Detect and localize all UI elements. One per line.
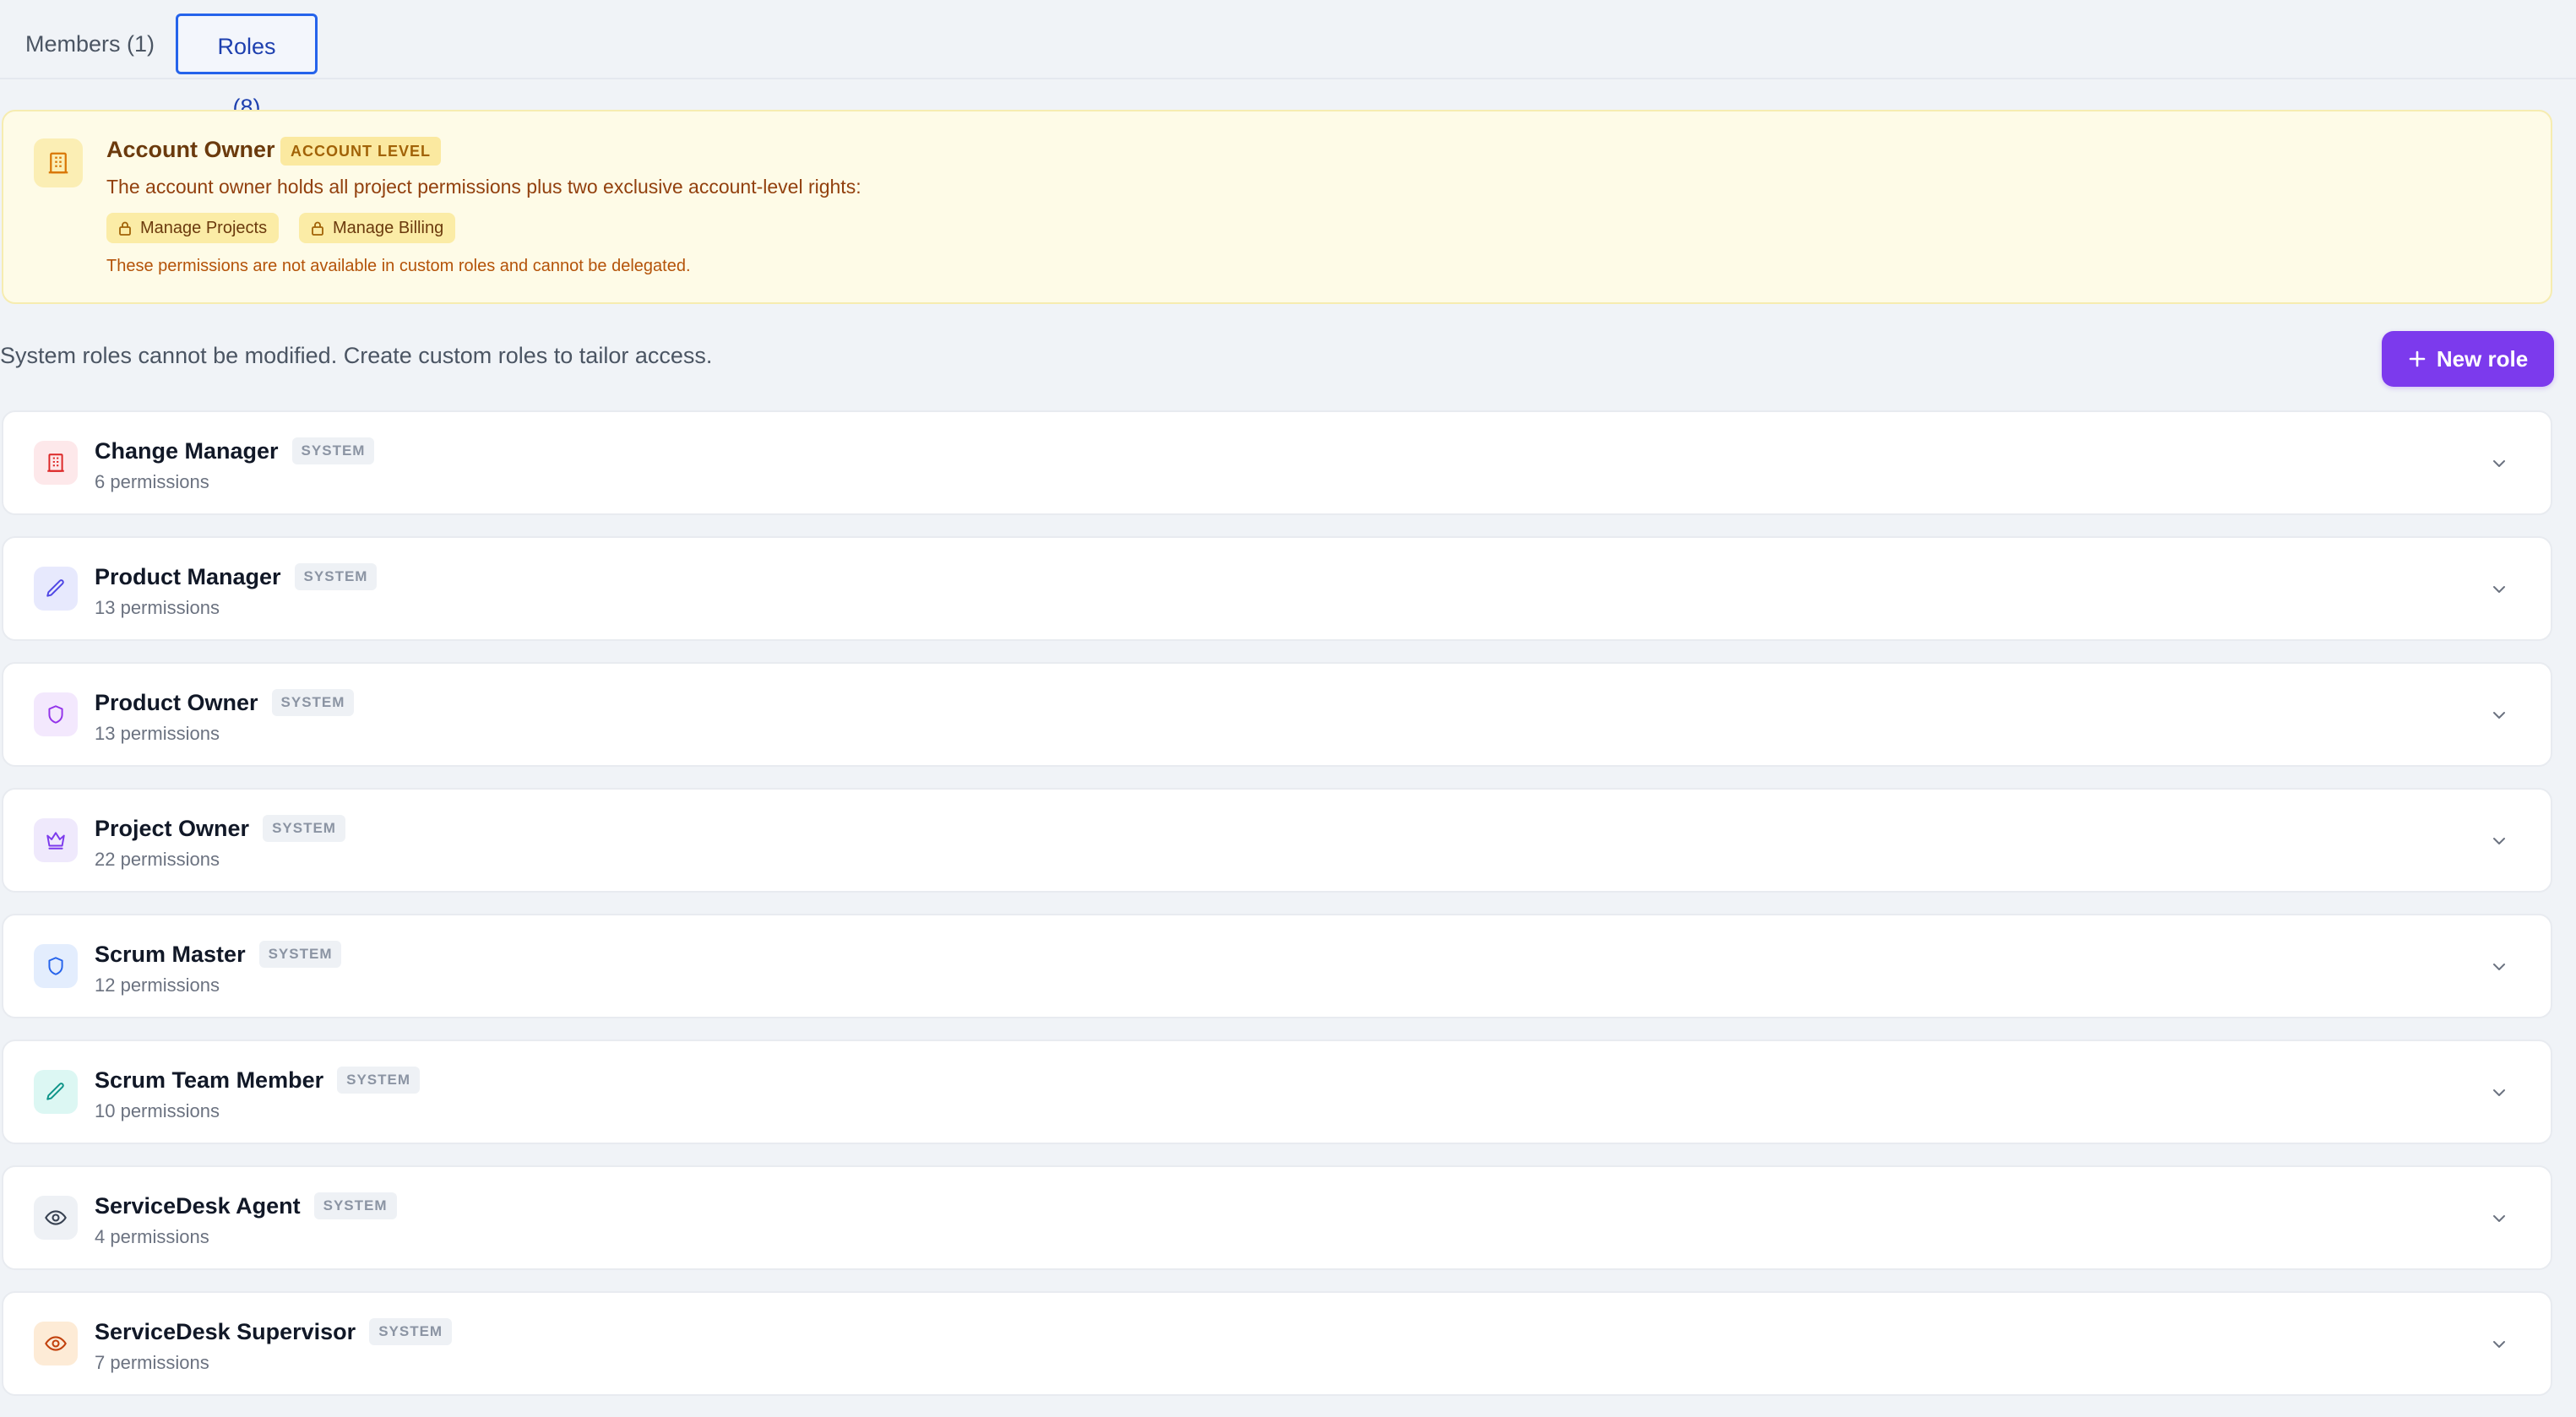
right-chip-manage-projects: Manage Projects xyxy=(106,213,280,243)
account-level-badge: ACCOUNT LEVEL xyxy=(280,137,441,166)
new-role-button[interactable]: New role xyxy=(2382,331,2554,387)
role-row-scrum-team-member[interactable]: Scrum Team Member SYSTEM 10 permissions xyxy=(2,1040,2552,1144)
chevron-down-icon[interactable] xyxy=(2490,1209,2508,1228)
right-chip-manage-billing: Manage Billing xyxy=(299,213,456,243)
role-name: Product Owner xyxy=(95,689,258,715)
role-name: Scrum Team Member xyxy=(95,1067,324,1093)
chevron-down-icon[interactable] xyxy=(2490,706,2508,725)
banner-title: Account Owner xyxy=(106,137,275,162)
role-permission-count: 4 permissions xyxy=(95,1226,209,1247)
chevron-down-icon[interactable] xyxy=(2490,832,2508,850)
role-name: Product Manager xyxy=(95,563,281,589)
system-badge: SYSTEM xyxy=(271,689,355,716)
role-row-scrum-master[interactable]: Scrum Master SYSTEM 12 permissions xyxy=(2,914,2552,1018)
role-permission-count: 13 permissions xyxy=(95,597,220,618)
pencil-icon xyxy=(34,1070,78,1114)
roles-intro-text: System roles cannot be modified. Create … xyxy=(0,343,713,368)
chevron-down-icon[interactable] xyxy=(2490,580,2508,599)
crown-icon xyxy=(34,818,78,862)
role-row-project-owner[interactable]: Project Owner SYSTEM 22 permissions xyxy=(2,788,2552,893)
system-badge: SYSTEM xyxy=(263,815,345,842)
banner-description: The account owner holds all project perm… xyxy=(106,176,861,198)
system-badge: SYSTEM xyxy=(369,1318,453,1345)
role-row-product-manager[interactable]: Product Manager SYSTEM 13 permissions xyxy=(2,536,2552,641)
system-badge: SYSTEM xyxy=(258,941,342,968)
lock-icon xyxy=(119,221,131,236)
eye-icon xyxy=(34,1196,78,1240)
roles-list: Change Manager SYSTEM 6 permissions Prod… xyxy=(2,410,2552,1417)
system-badge: SYSTEM xyxy=(313,1192,397,1219)
role-row-servicedesk-supervisor[interactable]: ServiceDesk Supervisor SYSTEM 7 permissi… xyxy=(2,1291,2552,1396)
role-row-change-manager[interactable]: Change Manager SYSTEM 6 permissions xyxy=(2,410,2552,515)
role-name-line: ServiceDesk Supervisor SYSTEM xyxy=(95,1318,453,1345)
system-badge: SYSTEM xyxy=(291,437,375,464)
role-permission-count: 10 permissions xyxy=(95,1100,220,1121)
chevron-down-icon[interactable] xyxy=(2490,958,2508,976)
chip-label: Manage Billing xyxy=(333,219,444,237)
role-permission-count: 22 permissions xyxy=(95,849,220,870)
chevron-down-icon[interactable] xyxy=(2490,454,2508,473)
role-permission-count: 6 permissions xyxy=(95,471,209,492)
role-name-line: Scrum Team Member SYSTEM xyxy=(95,1067,421,1094)
building-icon xyxy=(34,138,83,187)
chevron-down-icon[interactable] xyxy=(2490,1335,2508,1354)
role-row-product-owner[interactable]: Product Owner SYSTEM 13 permissions xyxy=(2,662,2552,767)
system-badge: SYSTEM xyxy=(337,1067,421,1094)
chevron-down-icon[interactable] xyxy=(2490,1083,2508,1102)
banner-note: These permissions are not available in c… xyxy=(106,257,691,275)
role-permission-count: 12 permissions xyxy=(95,975,220,996)
shield-icon xyxy=(34,944,78,988)
system-badge: SYSTEM xyxy=(294,563,378,590)
role-permission-count: 7 permissions xyxy=(95,1352,209,1373)
role-name-line: Product Manager SYSTEM xyxy=(95,563,378,590)
plus-icon xyxy=(2409,350,2426,367)
pencil-icon xyxy=(34,567,78,611)
new-role-label: New role xyxy=(2436,345,2529,372)
role-name-line: Product Owner SYSTEM xyxy=(95,689,355,716)
role-permission-count: 13 permissions xyxy=(95,723,220,744)
role-name: Scrum Master xyxy=(95,941,246,967)
role-name: ServiceDesk Supervisor xyxy=(95,1318,356,1344)
role-name-line: Project Owner SYSTEM xyxy=(95,815,345,842)
role-name: ServiceDesk Agent xyxy=(95,1192,301,1219)
role-name: Change Manager xyxy=(95,437,279,464)
role-name-line: ServiceDesk Agent SYSTEM xyxy=(95,1192,397,1219)
shield-icon xyxy=(34,692,78,736)
account-owner-banner: Account Owner ACCOUNT LEVEL The account … xyxy=(2,110,2552,304)
tab-roles[interactable]: Roles (8) xyxy=(176,14,318,120)
role-name: Project Owner xyxy=(95,815,250,841)
role-row-servicedesk-agent[interactable]: ServiceDesk Agent SYSTEM 4 permissions xyxy=(2,1165,2552,1270)
role-name-line: Change Manager SYSTEM xyxy=(95,437,375,464)
tab-members[interactable]: Members (1) xyxy=(2,14,178,74)
tab-bar: Members (1) Roles (8) xyxy=(0,0,2576,120)
chip-label: Manage Projects xyxy=(140,219,268,237)
lock-icon xyxy=(312,221,323,236)
building-icon xyxy=(34,441,78,485)
role-name-line: Scrum Master SYSTEM xyxy=(95,941,342,968)
eye-icon xyxy=(34,1322,78,1365)
